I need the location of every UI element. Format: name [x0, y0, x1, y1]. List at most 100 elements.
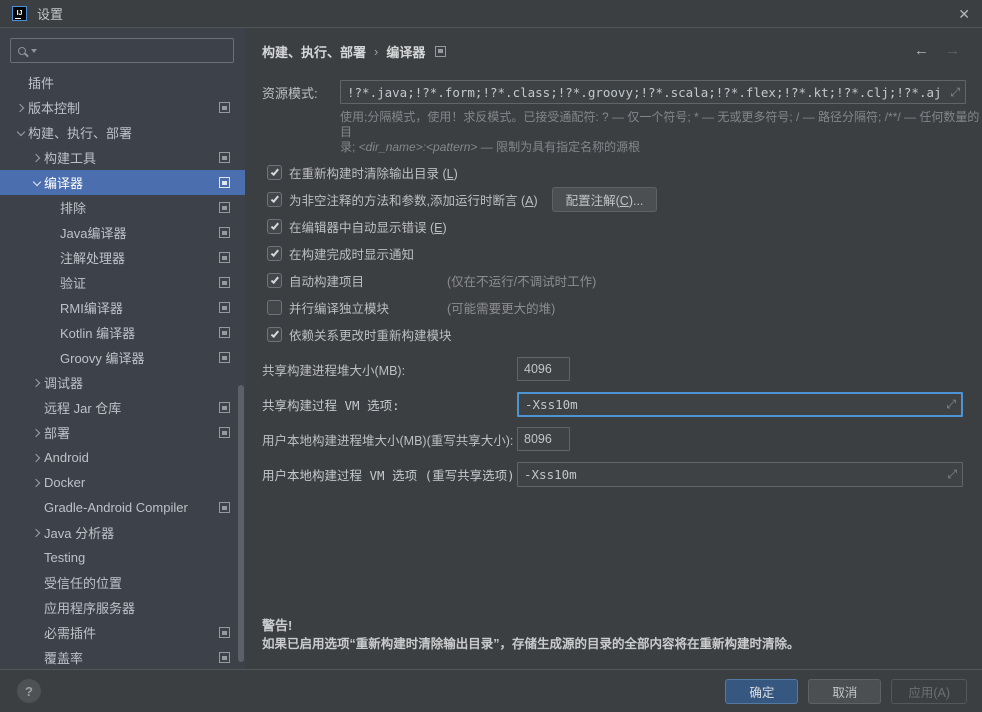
sidebar-item-label: 版本控制 [28, 98, 80, 117]
sidebar-item[interactable]: 验证 [0, 270, 245, 295]
field-input[interactable]: -Xss10m ⤢ [517, 392, 963, 417]
sidebar-item-label: 应用程序服务器 [44, 598, 135, 617]
sidebar-item-label: 排除 [60, 198, 86, 217]
field-input[interactable]: 8096 ⤢ [517, 427, 570, 451]
chevron-icon[interactable] [30, 451, 44, 465]
sidebar-item[interactable]: 必需插件 [0, 620, 245, 645]
sidebar-item[interactable]: 构建工具 [0, 145, 245, 170]
breadcrumb: 构建、执行、部署 › 编译器 [262, 40, 982, 62]
field-row: 共享构建进程堆大小(MB): 4096 ⤢ [245, 356, 982, 382]
field-label: 用户本地构建过程 VM 选项 (重写共享选项): [262, 465, 517, 484]
chevron-icon[interactable] [30, 426, 44, 440]
sidebar-item[interactable]: Java 分析器 [0, 520, 245, 545]
modified-settings-icon [219, 352, 230, 363]
search-icon [18, 47, 26, 55]
modified-settings-icon [219, 302, 230, 313]
modified-settings-icon [219, 202, 230, 213]
modified-settings-icon [219, 177, 230, 188]
chevron-icon[interactable] [30, 176, 44, 190]
sidebar-item-label: Java 分析器 [44, 523, 114, 542]
sidebar-item-label: 调试器 [44, 373, 83, 392]
warning-title: 警告! [262, 617, 800, 635]
sidebar-item-label: Groovy 编译器 [60, 348, 145, 367]
warning-block: 警告! 如果已启用选项“重新构建时清除输出目录”，存储生成源的目录的全部内容将在… [262, 617, 800, 653]
breadcrumb-current[interactable]: 编译器 [386, 42, 425, 61]
app-logo-icon: IJ [12, 6, 27, 21]
sidebar-item[interactable]: Groovy 编译器 [0, 345, 245, 370]
sidebar-item[interactable]: Testing [0, 545, 245, 570]
sidebar-item-label: 部署 [44, 423, 70, 442]
sidebar-item[interactable]: Kotlin 编译器 [0, 320, 245, 345]
back-arrow-icon[interactable]: ← [914, 42, 929, 59]
checkbox[interactable] [267, 327, 282, 342]
sidebar-item[interactable]: 应用程序服务器 [0, 595, 245, 620]
field-input[interactable]: -Xss10m ⤢ [517, 462, 963, 487]
checkbox-comment: (可能需要更大的堆) [447, 298, 555, 317]
field-label: 共享构建进程堆大小(MB): [262, 360, 517, 379]
ok-button[interactable]: 确定 [725, 679, 798, 704]
title-bar: IJ 设置 ✕ [0, 0, 982, 28]
modified-settings-icon [219, 427, 230, 438]
expand-field-icon[interactable]: ⤢ [950, 86, 960, 98]
checkbox[interactable] [267, 246, 282, 261]
sidebar-item[interactable]: 受信任的位置 [0, 570, 245, 595]
sidebar-item-label: 构建工具 [44, 148, 96, 167]
expand-field-icon[interactable]: ⤢ [946, 398, 956, 410]
sidebar-item[interactable]: RMI编译器 [0, 295, 245, 320]
sidebar-item[interactable]: 构建、执行、部署 [0, 120, 245, 145]
settings-dialog: IJ 设置 ✕ 插件 版本控制 [0, 0, 982, 712]
sidebar-item-label: Android [44, 450, 89, 465]
breadcrumb-separator: › [374, 44, 378, 59]
sidebar-item-label: 注解处理器 [60, 248, 125, 267]
checkbox[interactable] [267, 219, 282, 234]
checkmark-icon [270, 329, 278, 338]
chevron-icon[interactable] [14, 101, 28, 115]
search-box[interactable] [10, 38, 234, 63]
sidebar-item[interactable]: 远程 Jar 仓库 [0, 395, 245, 420]
sidebar-item[interactable]: Docker [0, 470, 245, 495]
sidebar-item[interactable]: Java编译器 [0, 220, 245, 245]
chevron-icon[interactable] [30, 476, 44, 490]
sidebar-item-label: Testing [44, 550, 85, 565]
sidebar-item[interactable]: 调试器 [0, 370, 245, 395]
settings-sidebar: 插件 版本控制 构建、执行、部署 构建工具 [0, 28, 245, 669]
chevron-icon[interactable] [30, 151, 44, 165]
chevron-icon[interactable] [30, 376, 44, 390]
sidebar-item-label: 覆盖率 [44, 648, 83, 667]
settings-tree: 插件 版本控制 构建、执行、部署 构建工具 [0, 70, 245, 669]
sidebar-item[interactable]: 编译器 [0, 170, 245, 195]
resource-patterns-row: 资源模式: !?*.java;!?*.form;!?*.class;!?*.gr… [245, 80, 982, 104]
expand-field-icon[interactable]: ⤢ [947, 468, 957, 480]
resource-patterns-label: 资源模式: [262, 83, 340, 102]
sidebar-item-label: 远程 Jar 仓库 [44, 398, 121, 417]
chevron-down-icon[interactable] [31, 49, 37, 53]
sidebar-item[interactable]: 排除 [0, 195, 245, 220]
sidebar-item[interactable]: Android [0, 445, 245, 470]
compiler-options: 在重新构建时清除输出目录 (L) 为非空注释的方法和参数,添加运行时断言 (A)… [245, 159, 982, 348]
search-input[interactable] [43, 44, 226, 58]
checkbox[interactable] [267, 192, 282, 207]
sidebar-item[interactable]: 插件 [0, 70, 245, 95]
modified-settings-icon [219, 227, 230, 238]
sidebar-item[interactable]: 注解处理器 [0, 245, 245, 270]
chevron-icon[interactable] [14, 126, 28, 140]
sidebar-item[interactable]: 覆盖率 [0, 645, 245, 669]
sidebar-item[interactable]: Gradle-Android Compiler [0, 495, 245, 520]
help-button[interactable]: ? [17, 679, 41, 703]
sidebar-item[interactable]: 版本控制 [0, 95, 245, 120]
configure-annotations-button[interactable]: 配置注解(C)... [552, 187, 658, 212]
field-row: 用户本地构建进程堆大小(MB)(重写共享大小): 8096 ⤢ [245, 426, 982, 452]
checkbox[interactable] [267, 273, 282, 288]
sidebar-item-label: RMI编译器 [60, 298, 123, 317]
field-input[interactable]: 4096 ⤢ [517, 357, 570, 381]
sidebar-item[interactable]: 部署 [0, 420, 245, 445]
resource-patterns-input[interactable]: !?*.java;!?*.form;!?*.class;!?*.groovy;!… [340, 80, 966, 104]
scrollbar-thumb[interactable] [238, 385, 244, 662]
cancel-button[interactable]: 取消 [808, 679, 881, 704]
breadcrumb-parent[interactable]: 构建、执行、部署 [262, 42, 366, 61]
checkbox[interactable] [267, 165, 282, 180]
chevron-icon[interactable] [30, 526, 44, 540]
checkbox-comment: (仅在不运行/不调试时工作) [447, 271, 596, 290]
close-icon[interactable]: ✕ [958, 7, 970, 21]
checkbox[interactable] [267, 300, 282, 315]
